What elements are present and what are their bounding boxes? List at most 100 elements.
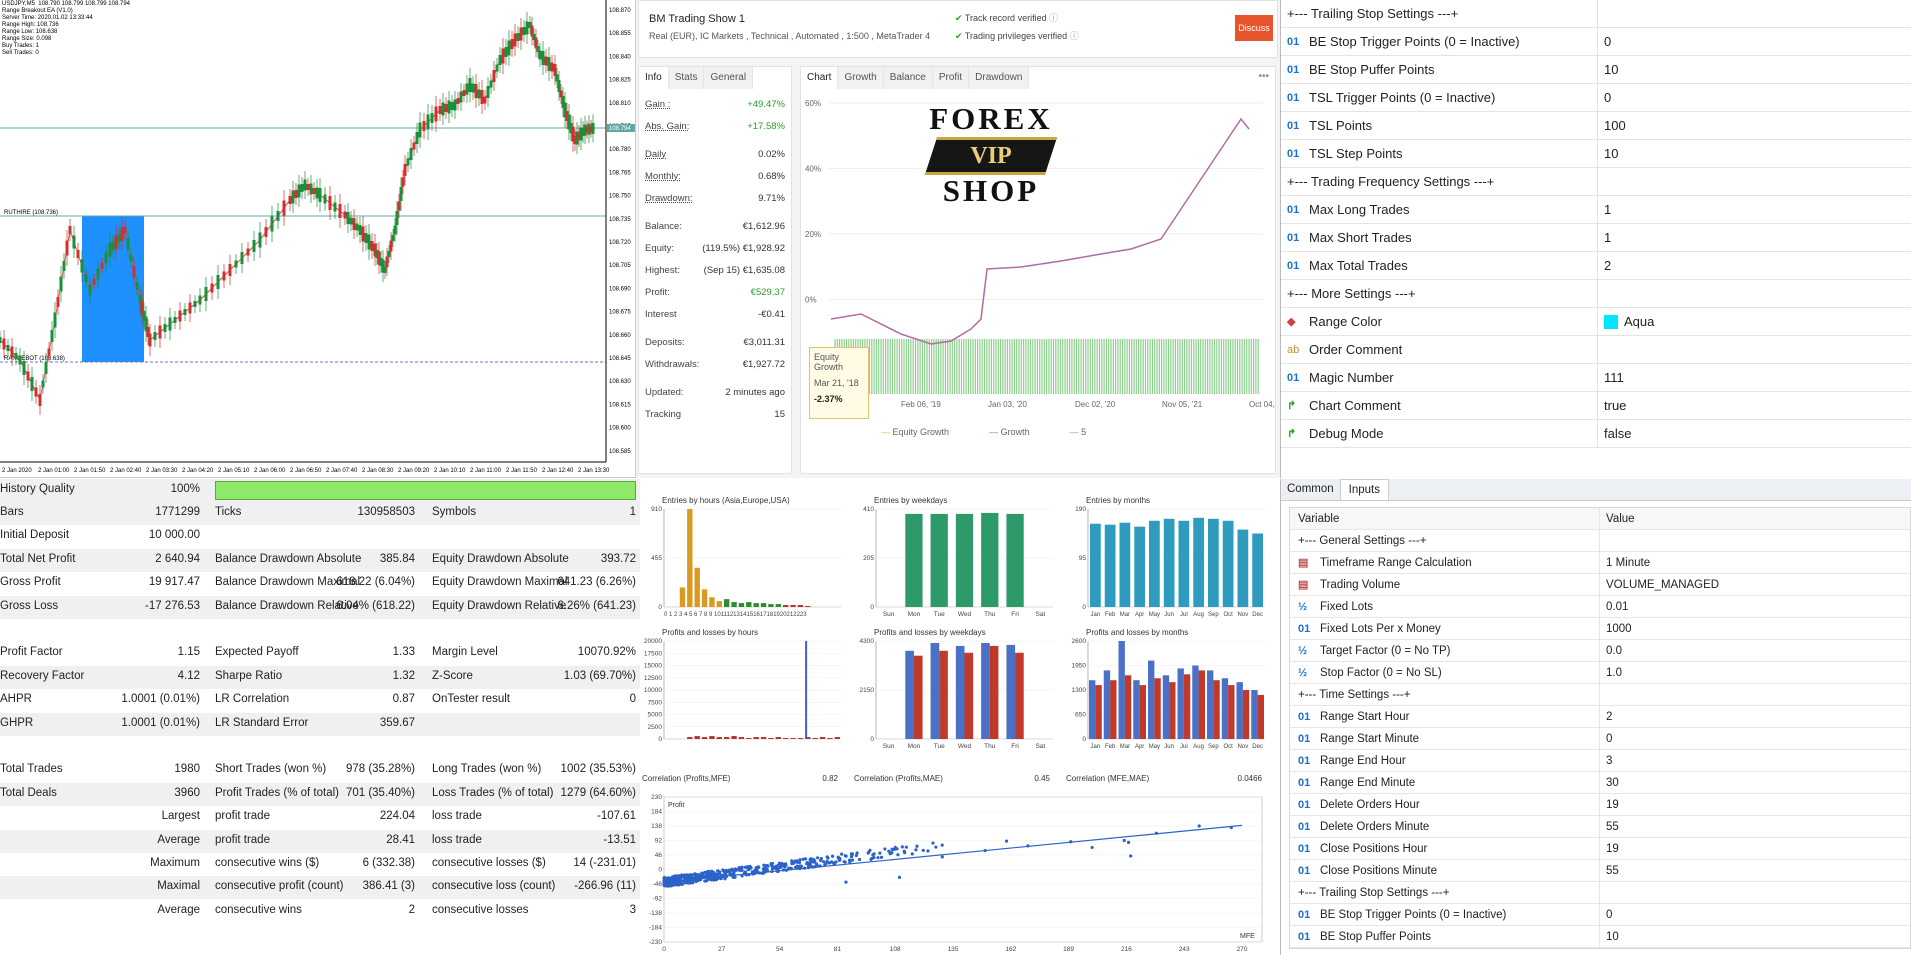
- input-row[interactable]: 01 Range Start Minute 0: [1290, 728, 1910, 750]
- input-value[interactable]: 2: [1600, 711, 1612, 723]
- setting-row[interactable]: ab Order Comment: [1281, 336, 1911, 364]
- input-row[interactable]: ▤ Trading Volume VOLUME_MANAGED: [1290, 574, 1910, 596]
- setting-row[interactable]: 01 BE Stop Puffer Points 10: [1281, 56, 1911, 84]
- candle-body: [210, 283, 214, 293]
- input-value[interactable]: 0: [1600, 909, 1612, 921]
- input-row[interactable]: ½ Fixed Lots 0.01: [1290, 596, 1910, 618]
- setting-row[interactable]: ↱ Chart Comment true: [1281, 392, 1911, 420]
- stat-label[interactable]: Abs. Gain:: [645, 121, 689, 132]
- setting-value[interactable]: 0: [1598, 90, 1611, 105]
- input-row[interactable]: 01 Fixed Lots Per x Money 1000: [1290, 618, 1910, 640]
- tab-profit[interactable]: Profit: [932, 67, 970, 89]
- price-chart[interactable]: RUTHIRE (108.736) RANGEBOT (108.638) 108.8…: [0, 0, 636, 478]
- input-value[interactable]: 1000: [1600, 623, 1632, 635]
- stat-label[interactable]: Monthly:: [645, 171, 681, 182]
- bar: [1198, 670, 1205, 739]
- bar: [905, 650, 914, 739]
- growth-x-tick: Nov 05, '21: [1162, 400, 1203, 409]
- input-value[interactable]: 1 Minute: [1600, 557, 1650, 569]
- candle-body: [306, 184, 310, 190]
- x-tick: Jun: [1164, 744, 1174, 750]
- tab-general[interactable]: General: [704, 67, 754, 89]
- input-row[interactable]: +--- Time Settings ---+: [1290, 684, 1910, 706]
- input-row[interactable]: ½ Stop Factor (0 = No SL) 1.0: [1290, 662, 1910, 684]
- setting-row[interactable]: 01 Max Long Trades 1: [1281, 196, 1911, 224]
- x-tick: 108: [890, 946, 901, 953]
- setting-row[interactable]: 01 TSL Trigger Points (0 = Inactive) 0: [1281, 84, 1911, 112]
- setting-row[interactable]: ↱ Debug Mode false: [1281, 420, 1911, 448]
- input-row[interactable]: 01 BE Stop Puffer Points 10: [1290, 926, 1910, 948]
- input-value[interactable]: 10: [1600, 931, 1619, 943]
- setting-row[interactable]: ◆ Range Color Aqua: [1281, 308, 1911, 336]
- setting-row[interactable]: 01 Max Total Trades 2: [1281, 252, 1911, 280]
- setting-value[interactable]: 111: [1598, 370, 1624, 385]
- input-row[interactable]: 01 Range Start Hour 2: [1290, 706, 1910, 728]
- signal-title[interactable]: BM Trading Show 1: [649, 13, 745, 25]
- input-value[interactable]: 19: [1600, 843, 1619, 855]
- stats-card: Info Stats General Gain : +49.47% Abs. Gain:…: [638, 66, 792, 474]
- setting-value[interactable]: 10: [1598, 62, 1618, 77]
- stat-label[interactable]: Daily: [645, 149, 666, 160]
- tab-stats[interactable]: Stats: [668, 67, 705, 89]
- setting-row[interactable]: 01 Magic Number 111: [1281, 364, 1911, 392]
- bar: [768, 738, 774, 739]
- input-row[interactable]: ▤ Timeframe Range Calculation 1 Minute: [1290, 552, 1910, 574]
- tab-growth[interactable]: Growth: [838, 67, 884, 89]
- input-value[interactable]: 3: [1600, 755, 1612, 767]
- input-row[interactable]: 01 Close Positions Minute 55: [1290, 860, 1910, 882]
- setting-row[interactable]: +--- Trailing Stop Settings ---+: [1281, 0, 1911, 28]
- discuss-button[interactable]: Discuss: [1235, 15, 1273, 41]
- input-row[interactable]: +--- Trailing Stop Settings ---+: [1290, 882, 1910, 904]
- candle-body: [459, 91, 463, 103]
- tab-inputs[interactable]: Inputs: [1339, 479, 1389, 500]
- input-row[interactable]: 01 Delete Orders Hour 19: [1290, 794, 1910, 816]
- input-row[interactable]: +--- General Settings ---+: [1290, 530, 1910, 552]
- setting-value[interactable]: Aqua: [1598, 314, 1654, 329]
- setting-value[interactable]: false: [1598, 426, 1631, 441]
- stat-label[interactable]: Gain :: [645, 99, 670, 110]
- setting-value[interactable]: 100: [1598, 118, 1626, 133]
- input-row[interactable]: 01 Delete Orders Minute 55: [1290, 816, 1910, 838]
- candle-body: [438, 106, 442, 114]
- input-value[interactable]: 19: [1600, 799, 1619, 811]
- tab-balance[interactable]: Balance: [883, 67, 933, 89]
- more-icon[interactable]: •••: [1258, 71, 1269, 82]
- input-row[interactable]: 01 Range End Hour 3: [1290, 750, 1910, 772]
- setting-row[interactable]: 01 BE Stop Trigger Points (0 = Inactive) 0: [1281, 28, 1911, 56]
- setting-value[interactable]: 1: [1598, 202, 1611, 217]
- tab-drawdown[interactable]: Drawdown: [969, 67, 1030, 89]
- input-row[interactable]: 01 Range End Minute 30: [1290, 772, 1910, 794]
- input-value[interactable]: 55: [1600, 865, 1619, 877]
- input-value[interactable]: 0.0: [1600, 645, 1622, 657]
- price-tick: 108.765: [609, 170, 631, 176]
- setting-row[interactable]: +--- More Settings ---+: [1281, 280, 1911, 308]
- setting-row[interactable]: 01 TSL Points 100: [1281, 112, 1911, 140]
- time-tick: 2 Jan 09:20: [398, 468, 430, 474]
- tab-info[interactable]: Info: [639, 67, 669, 89]
- setting-row[interactable]: 01 TSL Step Points 10: [1281, 140, 1911, 168]
- input-row[interactable]: ½ Target Factor (0 = No TP) 0.0: [1290, 640, 1910, 662]
- input-value[interactable]: 55: [1600, 821, 1619, 833]
- setting-value[interactable]: true: [1598, 398, 1626, 413]
- setting-value[interactable]: 0: [1598, 34, 1611, 49]
- input-value[interactable]: 0: [1600, 733, 1612, 745]
- input-value[interactable]: 0.01: [1600, 601, 1628, 613]
- candle-body: [158, 325, 162, 339]
- input-row[interactable]: 01 Close Positions Hour 19: [1290, 838, 1910, 860]
- number-icon: 01: [1298, 798, 1311, 811]
- candlestick-plot[interactable]: RUTHIRE (108.736)RANGEBOT (108.638)108.8…: [0, 0, 636, 478]
- chart-title: Profits and losses by months: [1086, 628, 1188, 637]
- input-row[interactable]: 01 BE Stop Trigger Points (0 = Inactive) 0: [1290, 904, 1910, 926]
- input-value[interactable]: 1.0: [1600, 667, 1622, 679]
- tab-common[interactable]: Common: [1281, 479, 1340, 500]
- setting-row[interactable]: +--- Trading Frequency Settings ---+: [1281, 168, 1911, 196]
- setting-row[interactable]: 01 Max Short Trades 1: [1281, 224, 1911, 252]
- tab-chart[interactable]: Chart: [801, 67, 839, 89]
- setting-value[interactable]: 10: [1598, 146, 1618, 161]
- time-tick: 2 Jan 13:30: [578, 468, 610, 474]
- stat-label[interactable]: Drawdown:: [645, 193, 693, 204]
- setting-value[interactable]: 2: [1598, 258, 1611, 273]
- input-value[interactable]: VOLUME_MANAGED: [1600, 579, 1719, 591]
- setting-value[interactable]: 1: [1598, 230, 1611, 245]
- input-value[interactable]: 30: [1600, 777, 1619, 789]
